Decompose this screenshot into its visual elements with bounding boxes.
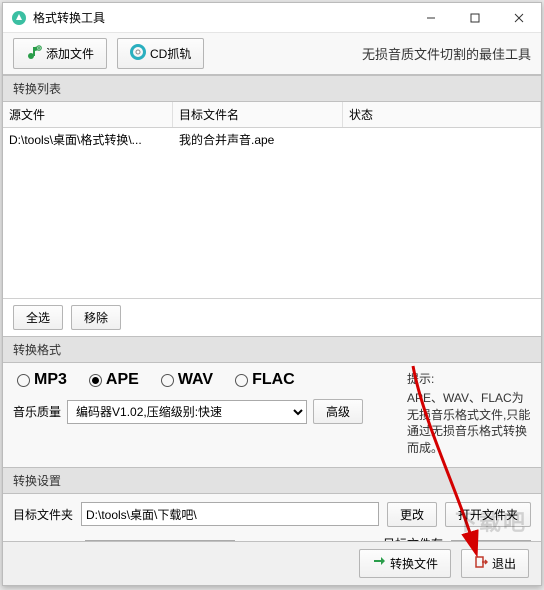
- list-body[interactable]: D:\tools\桌面\格式转换\... 我的合并声音.ape: [3, 128, 541, 298]
- radio-ape-label: APE: [106, 371, 139, 389]
- cd-rip-button[interactable]: CD抓轨: [117, 38, 204, 69]
- remove-button[interactable]: 移除: [71, 305, 121, 330]
- radio-wav[interactable]: WAV: [161, 371, 213, 389]
- toolbar-tagline: 无损音质文件切割的最佳工具: [362, 44, 531, 63]
- format-radio-group: MP3 APE WAV FLAC: [13, 371, 401, 389]
- list-column-headers: 源文件 目标文件名 状态: [3, 102, 541, 128]
- minimize-button[interactable]: [409, 4, 453, 32]
- format-section-header: 转换格式: [3, 336, 541, 363]
- convert-button[interactable]: 转换文件: [359, 549, 451, 578]
- list-row[interactable]: D:\tools\桌面\格式转换\... 我的合并声音.ape: [3, 128, 541, 151]
- window-title: 格式转换工具: [33, 9, 409, 26]
- quality-label: 音乐质量: [13, 403, 61, 420]
- radio-circle-checked-icon: [89, 374, 102, 387]
- cell-source: D:\tools\桌面\格式转换\...: [3, 128, 173, 151]
- window-controls: [409, 4, 541, 32]
- close-button[interactable]: [497, 4, 541, 32]
- radio-circle-icon: [161, 374, 174, 387]
- tip-label: 提示:: [407, 371, 531, 388]
- maximize-button[interactable]: [453, 4, 497, 32]
- bottom-bar: 转换文件 退出: [3, 541, 541, 585]
- target-folder-label: 目标文件夹: [13, 506, 73, 523]
- cd-icon: [130, 44, 146, 63]
- app-icon: [11, 10, 27, 26]
- titlebar: 格式转换工具: [3, 3, 541, 33]
- column-source[interactable]: 源文件: [3, 102, 173, 127]
- target-folder-row: 目标文件夹 更改 打开文件夹: [13, 502, 531, 527]
- add-file-button[interactable]: 添加文件: [13, 38, 107, 69]
- radio-mp3-label: MP3: [34, 371, 67, 389]
- format-controls: MP3 APE WAV FLAC 音乐质量 编码器V1.02,压缩: [13, 371, 401, 424]
- column-status[interactable]: 状态: [343, 102, 541, 127]
- add-file-label: 添加文件: [46, 45, 94, 62]
- radio-flac-label: FLAC: [252, 371, 295, 389]
- settings-section-header: 转换设置: [3, 467, 541, 494]
- cd-rip-label: CD抓轨: [150, 45, 191, 62]
- exit-label: 退出: [492, 555, 516, 572]
- cell-status: [343, 128, 541, 151]
- convert-label: 转换文件: [390, 555, 438, 572]
- format-section: MP3 APE WAV FLAC 音乐质量 编码器V1.02,压缩: [3, 363, 541, 467]
- target-folder-input[interactable]: [81, 502, 379, 526]
- radio-circle-icon: [17, 374, 30, 387]
- music-plus-icon: [26, 44, 42, 63]
- advanced-button[interactable]: 高级: [313, 399, 363, 424]
- exit-button[interactable]: 退出: [461, 549, 529, 578]
- change-folder-button[interactable]: 更改: [387, 502, 437, 527]
- radio-ape[interactable]: APE: [89, 371, 139, 389]
- quality-select[interactable]: 编码器V1.02,压缩级别:快速: [67, 400, 307, 424]
- radio-circle-icon: [235, 374, 248, 387]
- convert-icon: [372, 555, 386, 572]
- list-footer: 全选 移除: [3, 298, 541, 336]
- cell-target: 我的合并声音.ape: [173, 128, 343, 151]
- radio-wav-label: WAV: [178, 371, 213, 389]
- tip-text: APE、WAV、FLAC为无损音乐格式文件,只能通过无损音乐格式转换而成。: [407, 390, 531, 457]
- quality-row: 音乐质量 编码器V1.02,压缩级别:快速 高级: [13, 399, 401, 424]
- radio-flac[interactable]: FLAC: [235, 371, 295, 389]
- conversion-list: 源文件 目标文件名 状态 D:\tools\桌面\格式转换\... 我的合并声音…: [3, 102, 541, 336]
- tip-box: 提示: APE、WAV、FLAC为无损音乐格式文件,只能通过无损音乐格式转换而成…: [401, 371, 531, 457]
- list-section-header: 转换列表: [3, 75, 541, 102]
- exit-icon: [474, 555, 488, 572]
- app-window: 格式转换工具 添加文件 CD抓轨 无损音质文件切割的最佳工具 转换列表 源文件 …: [2, 2, 542, 586]
- column-target[interactable]: 目标文件名: [173, 102, 343, 127]
- toolbar: 添加文件 CD抓轨 无损音质文件切割的最佳工具: [3, 33, 541, 75]
- open-folder-button[interactable]: 打开文件夹: [445, 502, 531, 527]
- select-all-button[interactable]: 全选: [13, 305, 63, 330]
- radio-mp3[interactable]: MP3: [17, 371, 67, 389]
